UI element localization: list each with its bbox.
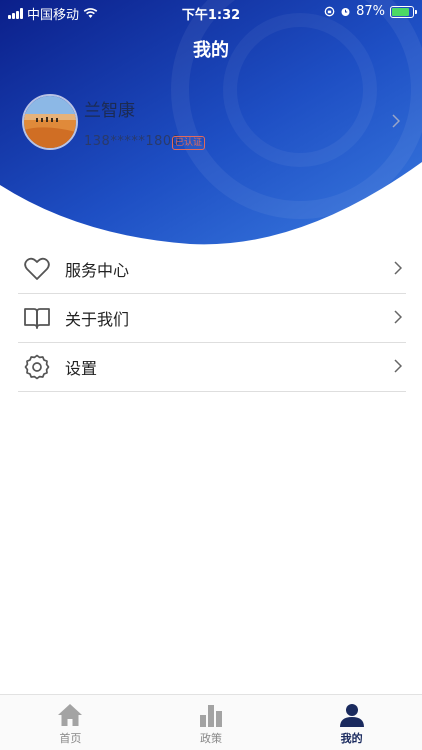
battery-percent: 87% — [356, 4, 385, 19]
menu-item-service-center[interactable]: 服务中心 — [18, 245, 406, 294]
profile-card[interactable]: 兰智康 138*****1800 已认证 — [22, 94, 406, 150]
tab-bar: 首页 政策 我的 — [0, 694, 422, 750]
gear-icon — [23, 353, 51, 381]
alarm-icon — [341, 8, 350, 16]
home-icon — [58, 704, 83, 726]
menu-item-label: 服务中心 — [65, 261, 130, 280]
tab-label: 政策 — [200, 732, 222, 745]
chevron-right-icon[interactable] — [392, 114, 400, 128]
tab-policy[interactable]: 政策 — [141, 695, 282, 750]
user-phone: 138*****1800 — [84, 134, 181, 149]
chevron-right-icon — [394, 310, 402, 324]
menu-item-about-us[interactable]: 关于我们 — [18, 294, 406, 343]
user-name: 兰智康 — [84, 101, 135, 121]
menu-item-label: 关于我们 — [65, 310, 130, 329]
battery-icon — [390, 5, 417, 18]
bar-chart-icon — [200, 705, 222, 727]
status-bar: 中国移动 下午1:32 87% — [0, 0, 422, 24]
rotation-lock-icon — [324, 6, 335, 17]
user-icon — [339, 704, 364, 727]
heart-icon — [23, 255, 51, 283]
book-icon — [23, 304, 51, 332]
tab-mine[interactable]: 我的 — [281, 695, 422, 750]
avatar[interactable] — [22, 94, 78, 150]
tab-home[interactable]: 首页 — [0, 695, 141, 750]
tab-label: 我的 — [340, 732, 363, 745]
page-title: 我的 — [193, 40, 229, 61]
chevron-right-icon — [394, 261, 402, 275]
verified-badge: 已认证 — [172, 136, 206, 150]
tab-label: 首页 — [59, 732, 82, 745]
menu-list: 服务中心 关于我们 设置 — [18, 245, 406, 392]
chevron-right-icon — [394, 359, 402, 373]
menu-item-settings[interactable]: 设置 — [18, 343, 406, 392]
menu-item-label: 设置 — [65, 359, 98, 378]
